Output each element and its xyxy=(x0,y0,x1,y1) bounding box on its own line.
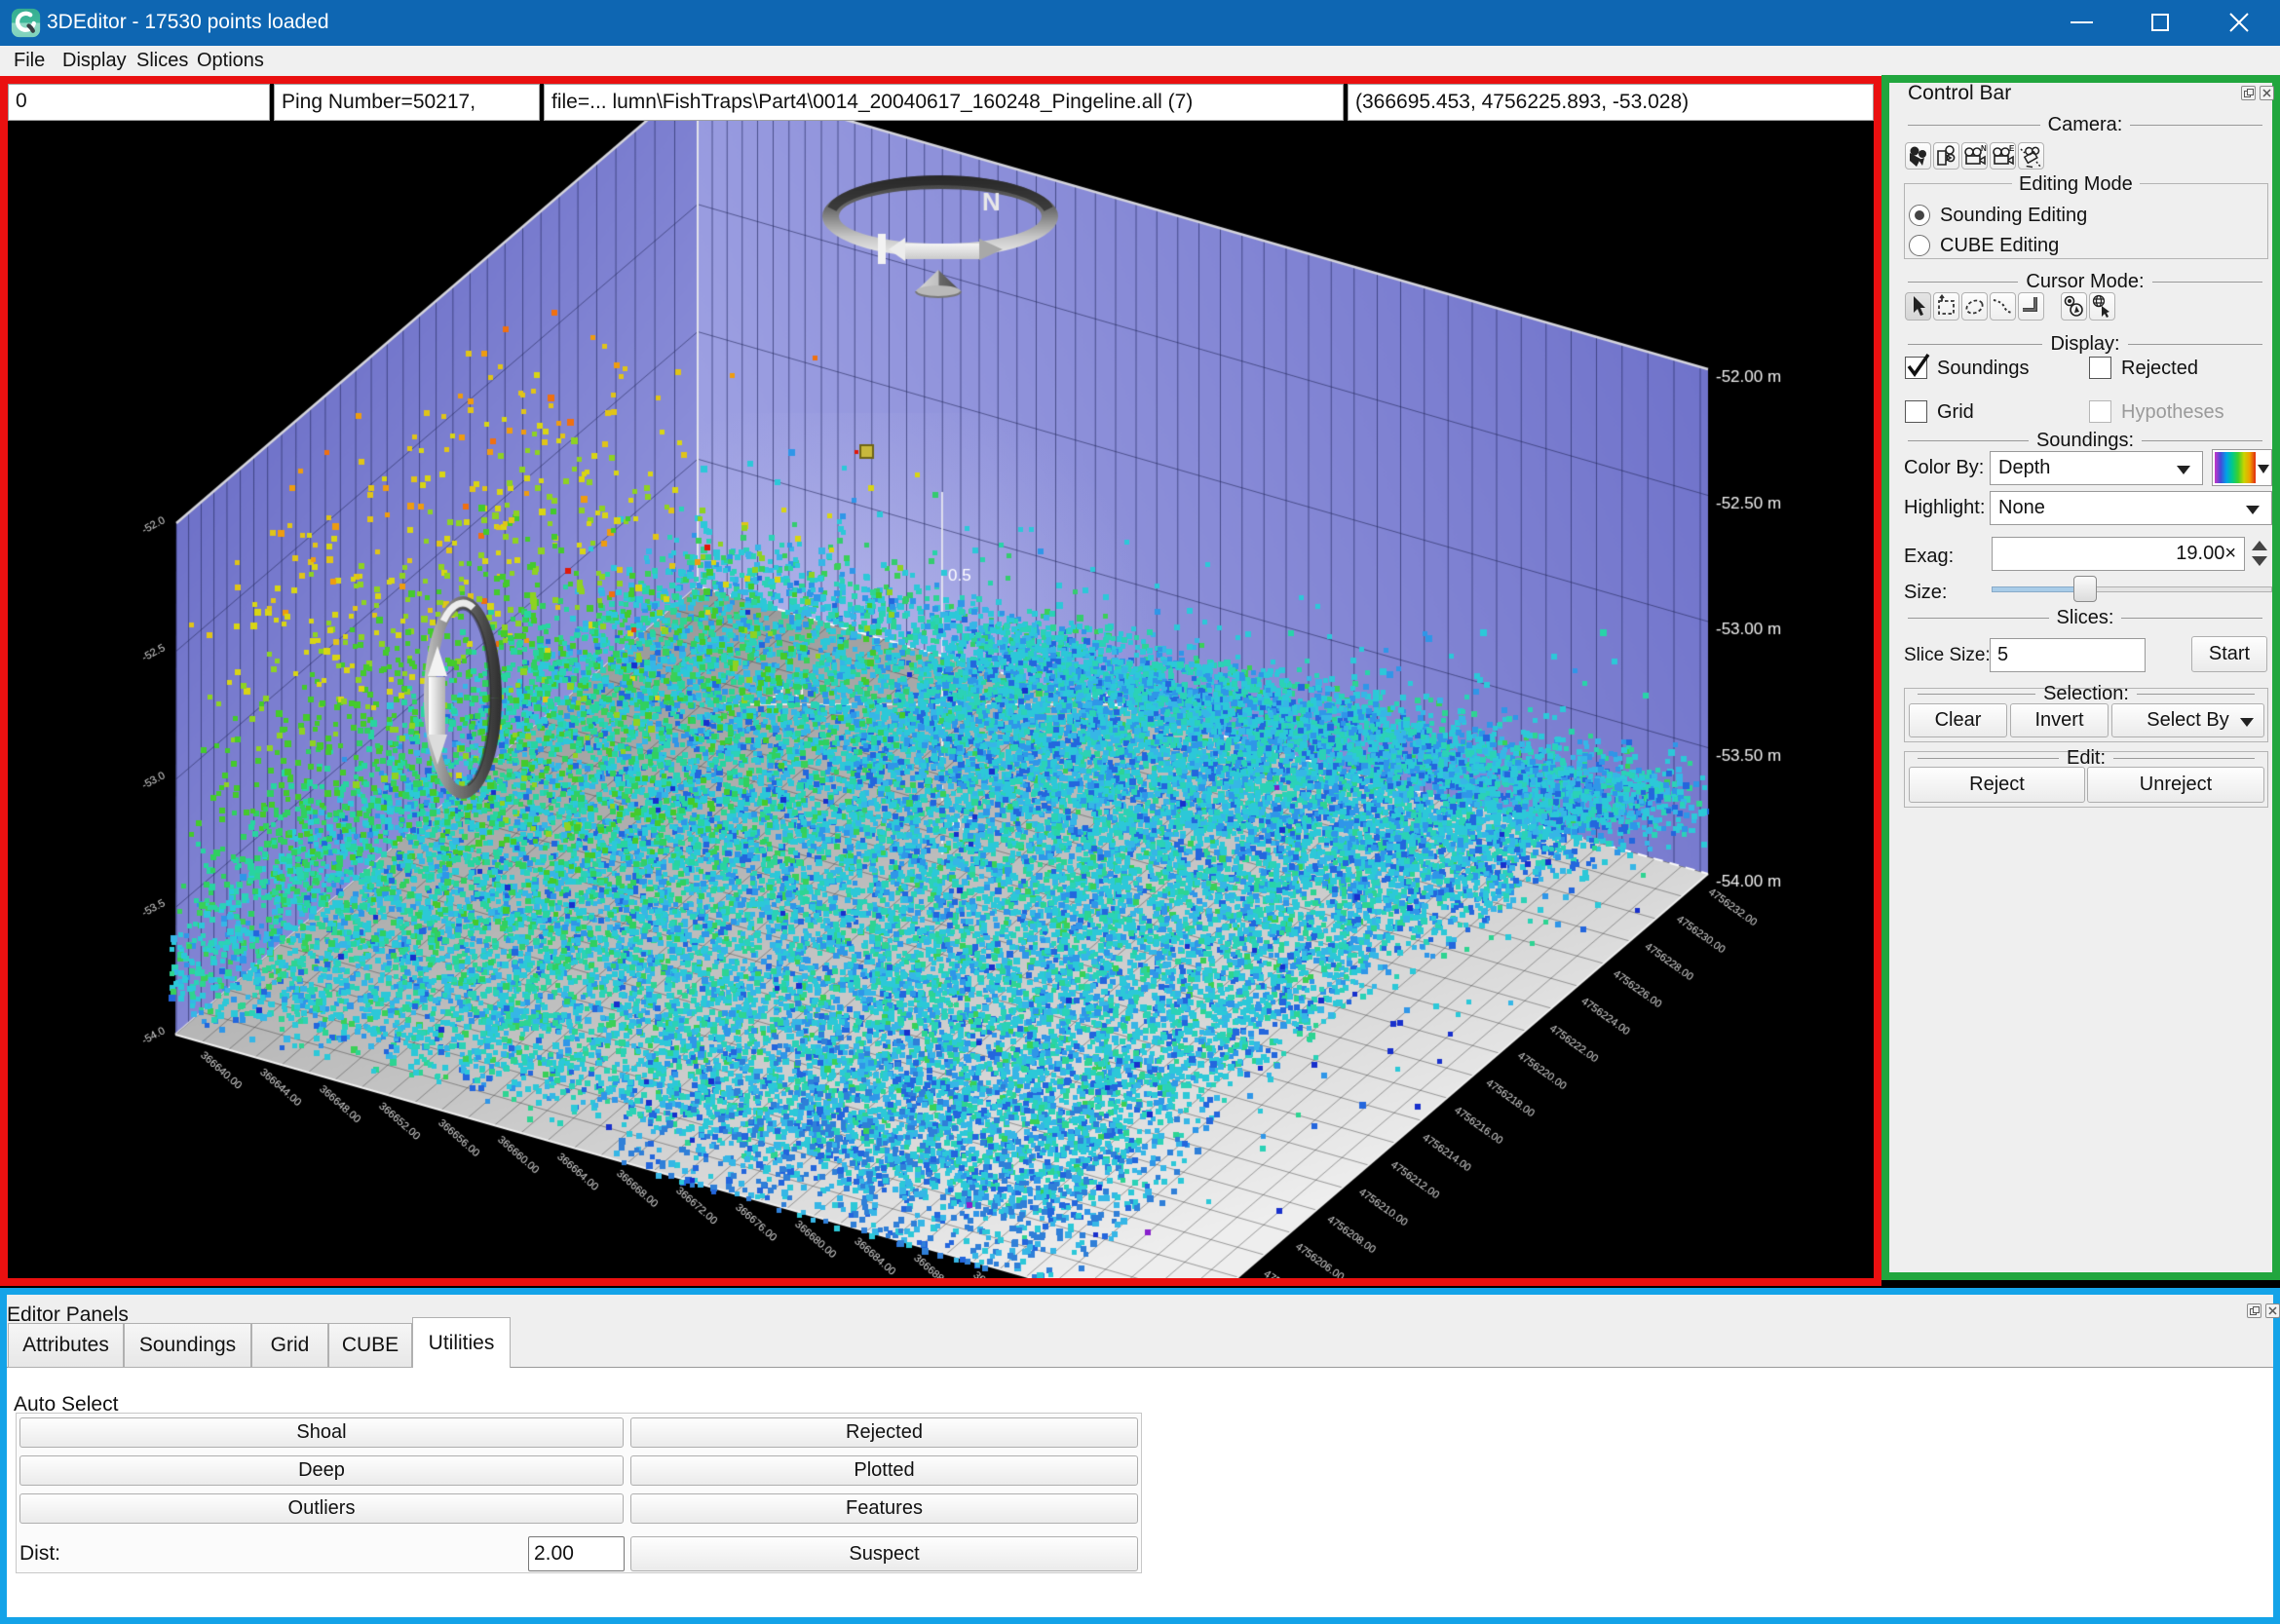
svg-text:E: E xyxy=(2009,144,2015,153)
svg-text:N: N xyxy=(1981,144,1987,153)
